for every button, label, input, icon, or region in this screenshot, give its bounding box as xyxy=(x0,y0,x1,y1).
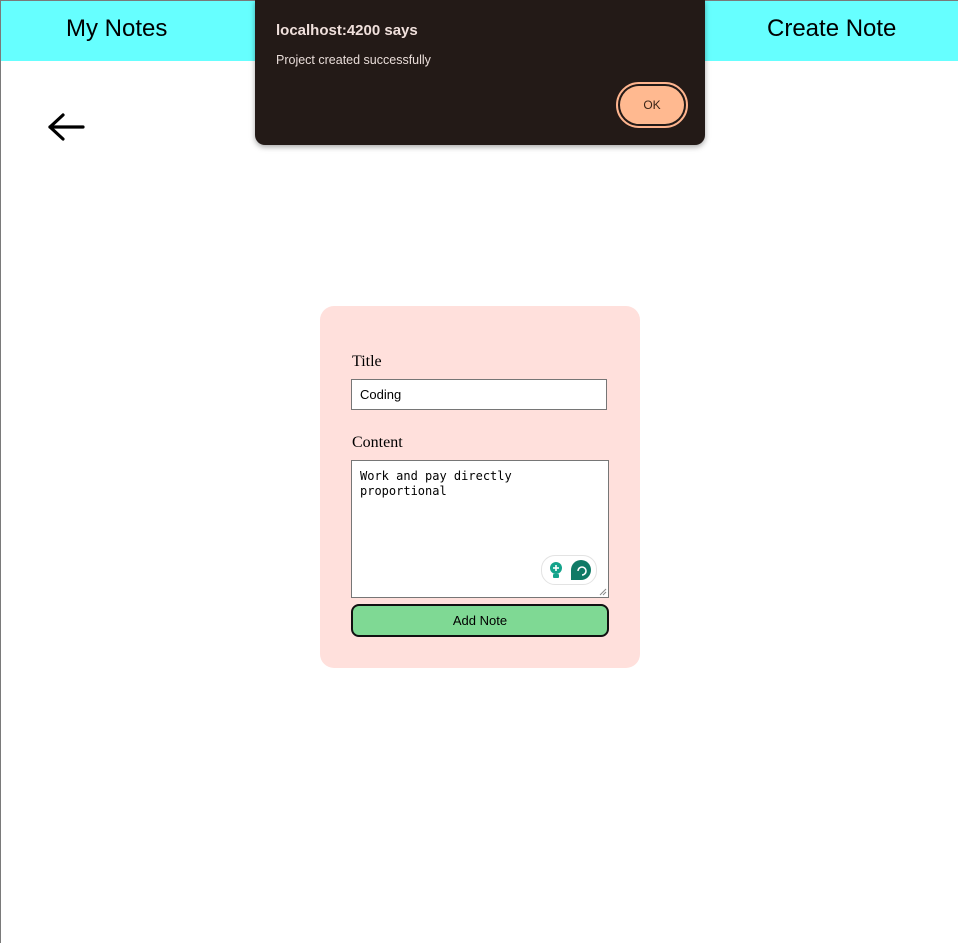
dialog-ok-label: OK xyxy=(620,86,684,124)
nav-create-note-link[interactable]: Create Note xyxy=(767,15,896,43)
resize-grip-icon[interactable] xyxy=(599,588,607,596)
content-label: Content xyxy=(352,434,403,451)
dialog-ok-button[interactable]: OK xyxy=(616,82,688,128)
dialog-title: localhost:4200 says xyxy=(276,22,418,39)
arrow-left-icon[interactable] xyxy=(46,110,86,144)
title-label: Title xyxy=(352,353,382,370)
nav-my-notes-link[interactable]: My Notes xyxy=(66,15,167,43)
content-text: Work and pay directly proportional xyxy=(360,469,512,498)
alert-dialog: localhost:4200 says Project created succ… xyxy=(255,0,705,145)
title-input[interactable]: Coding xyxy=(351,379,607,410)
assistant-logo-icon[interactable] xyxy=(570,559,592,581)
lightbulb-icon[interactable] xyxy=(546,560,566,580)
dialog-message: Project created successfully xyxy=(276,53,431,67)
add-note-button[interactable]: Add Note xyxy=(351,604,609,637)
note-form-card: Title Coding Content Work and pay direct… xyxy=(320,306,640,668)
writing-assistant-widget[interactable] xyxy=(541,555,597,585)
window-left-border xyxy=(0,0,1,943)
